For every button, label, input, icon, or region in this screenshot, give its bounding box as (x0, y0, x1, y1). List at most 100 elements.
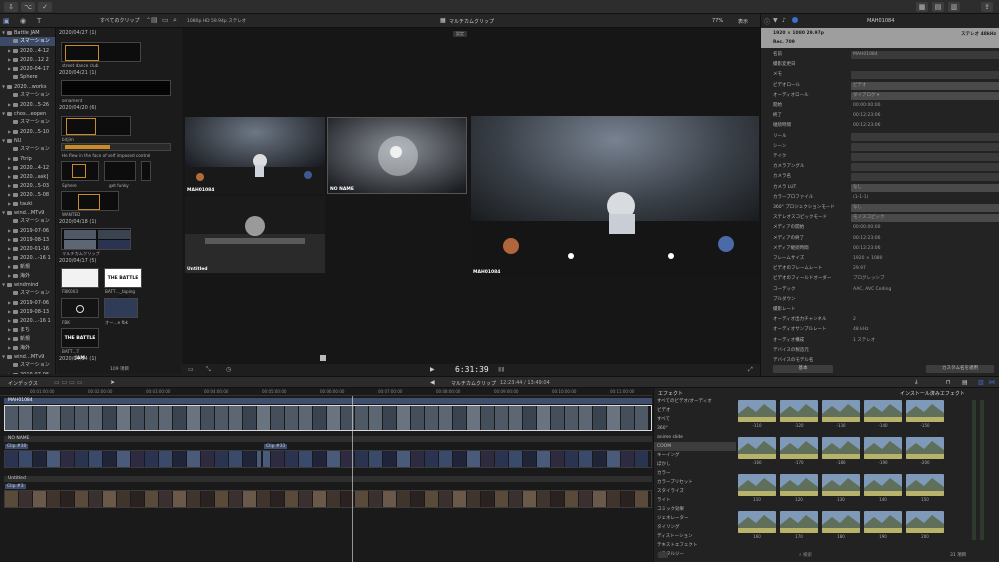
effect-tile[interactable] (738, 437, 776, 459)
clip-thumbnail[interactable] (61, 228, 131, 250)
date-group-header[interactable]: 2020/04/20 (6) (57, 104, 97, 112)
photos-icon[interactable]: ◉ (20, 17, 30, 25)
sidebar-item[interactable]: ▶ 2020…ask] (0, 172, 55, 181)
titles-icon[interactable]: T (37, 17, 47, 25)
sidebar-item[interactable]: ▶ 2020…4-12 (0, 163, 55, 172)
sidebar-item[interactable]: ▶ 2019-08-13 (0, 235, 55, 244)
clip-thumbnail[interactable] (61, 191, 119, 211)
edit-tools-icons[interactable]: ▭ ▭ ▭ ▭ (54, 379, 82, 386)
search-icon[interactable]: ⌕ (173, 16, 177, 25)
transitions-browser-icon[interactable]: ⋈ (989, 379, 995, 386)
sidebar-item[interactable]: ▼ wind…MTv9 (0, 352, 55, 361)
clip-edit-point[interactable] (261, 451, 263, 467)
effects-category[interactable]: タイリング (654, 523, 736, 532)
effect-tile[interactable] (780, 511, 818, 533)
sidebar-item[interactable]: スマーション (0, 361, 55, 370)
effects-category[interactable]: COOM (654, 442, 736, 451)
clip-thumbnail[interactable] (61, 42, 141, 62)
angle-untitled[interactable]: Untitled (185, 196, 325, 273)
sidebar-item[interactable]: スマーション (0, 217, 55, 226)
timeline-track-untitled[interactable] (4, 490, 652, 508)
effects-category[interactable]: テキストエフェクト (654, 541, 736, 550)
effect-tile[interactable] (738, 474, 776, 496)
sidebar-item[interactable]: ▶ 2020-01-16 (0, 244, 55, 253)
audio-inspector-icon[interactable]: ♪ (782, 17, 786, 24)
sidebar-item[interactable]: ▼ NU (0, 136, 55, 145)
libraries-icon[interactable]: ▣ (3, 17, 13, 25)
zoom-menu[interactable]: 77% (712, 18, 723, 24)
sidebar-item[interactable]: ▶2019-07-06 (0, 370, 55, 374)
filmstrip-icon[interactable]: ▤ (151, 16, 158, 24)
checkmark-icon[interactable]: ✓ (38, 2, 52, 12)
main-viewer-frame[interactable]: MAH01084 (471, 116, 759, 276)
date-group-header[interactable]: 2020/04/27 (1) (57, 29, 97, 37)
share-icon[interactable]: ⇪ (981, 2, 993, 12)
clip-thumbnail[interactable] (61, 116, 131, 136)
effect-tile[interactable] (738, 511, 776, 533)
sidebar-item[interactable]: ▶ 2020…12 2 (0, 55, 55, 64)
effect-tile[interactable] (738, 400, 776, 422)
layout-icon-1[interactable]: ▦ (916, 2, 928, 12)
effect-tile[interactable] (906, 437, 944, 459)
clip-thumbnail[interactable] (61, 161, 99, 181)
sidebar-item[interactable]: ▼ windmind (0, 280, 55, 289)
effects-category[interactable]: すべて (654, 415, 736, 424)
sidebar-toggle-icon[interactable] (658, 552, 668, 558)
clip-thumbnail[interactable] (61, 143, 171, 151)
effect-tile[interactable] (780, 437, 818, 459)
angle-mah01084[interactable]: MAH01084 (185, 117, 325, 194)
sidebar-item[interactable]: ▶ 2020…-16 1 (0, 316, 55, 325)
effect-tile[interactable] (864, 474, 902, 496)
sidebar-item[interactable]: ▼ wind…MTv9 (0, 208, 55, 217)
info-icon[interactable]: ⓘ (764, 17, 770, 26)
sidebar-item[interactable]: ▶ tauki (0, 199, 55, 208)
sidebar-item[interactable]: ▶ まち (0, 325, 55, 334)
clip-thumbnail[interactable] (104, 298, 138, 318)
clip-filter-menu[interactable]: すべてのクリップ (100, 17, 139, 24)
effect-tile[interactable] (864, 400, 902, 422)
sidebar-item[interactable]: ▶ 2020-04-17 (0, 64, 55, 73)
sidebar-item[interactable]: ▶ 2020…5-08 (0, 190, 55, 199)
effects-browser-icon[interactable]: ▥ (978, 379, 984, 386)
installed-effects-menu[interactable]: インストール済みエフェクト (900, 390, 965, 397)
angle-grid-icon[interactable] (320, 355, 326, 361)
effects-category[interactable]: ぼかし (654, 460, 736, 469)
import-icon[interactable]: ⇩ (4, 2, 18, 12)
sidebar-item[interactable]: ▶ 新規 (0, 334, 55, 343)
inspector-value[interactable]: MAH01084 (851, 51, 999, 59)
sidebar-item[interactable]: スマーション (0, 37, 55, 46)
angle-no-name[interactable]: NO NAME (327, 117, 467, 194)
effects-category[interactable]: ジェネレーター (654, 514, 736, 523)
sidebar-item[interactable]: ▶ 2020…-16 1 (0, 253, 55, 262)
sidebar-item[interactable]: ▶ 2020…5-26 (0, 100, 55, 109)
inspector-value[interactable]: なし (851, 204, 999, 212)
metadata-view-menu[interactable]: 基本 (773, 365, 833, 373)
keyword-icon[interactable]: ⌥ (21, 2, 35, 12)
snapping-icon[interactable]: ⊓ (946, 379, 951, 386)
sidebar-item[interactable]: スマーション (0, 145, 55, 154)
play-icon[interactable]: ▶ (430, 366, 435, 373)
effects-search-field[interactable]: ⌕ 検索 (799, 552, 812, 558)
apply-custom-name-button[interactable]: カスタム名を適用 (926, 365, 994, 373)
effect-tile[interactable] (822, 511, 860, 533)
sidebar-item[interactable]: スマーション (0, 118, 55, 127)
clip-thumbnail[interactable] (61, 80, 171, 96)
effects-category[interactable]: すべてのビデオ/オーディオ (654, 397, 736, 406)
inspector-value[interactable] (851, 142, 999, 151)
effects-category[interactable]: anime slide (654, 433, 736, 442)
sidebar-item[interactable]: ▶ 海外 (0, 343, 55, 352)
date-group-header[interactable]: 2020/04/18 (1) (57, 218, 97, 226)
effect-tile[interactable] (822, 437, 860, 459)
select-tool-icon[interactable]: ➤ (110, 379, 115, 386)
effects-category[interactable]: スタイライズ (654, 487, 736, 496)
history-back-icon[interactable]: ◀ (430, 379, 435, 386)
sidebar-item[interactable]: ▶ 新規 (0, 262, 55, 271)
effects-category[interactable]: カラー (654, 469, 736, 478)
sidebar-item[interactable]: ▶ 2020…5-10 (0, 127, 55, 136)
timeline-track-mah01084[interactable] (4, 405, 652, 431)
inspector-value[interactable] (851, 153, 999, 161)
video-inspector-icon[interactable]: ▼ (773, 17, 778, 24)
clip-thumbnail[interactable] (61, 298, 99, 318)
sidebar-item[interactable]: ▼ chos…eopen (0, 109, 55, 118)
effects-category[interactable]: コミック効果 (654, 505, 736, 514)
